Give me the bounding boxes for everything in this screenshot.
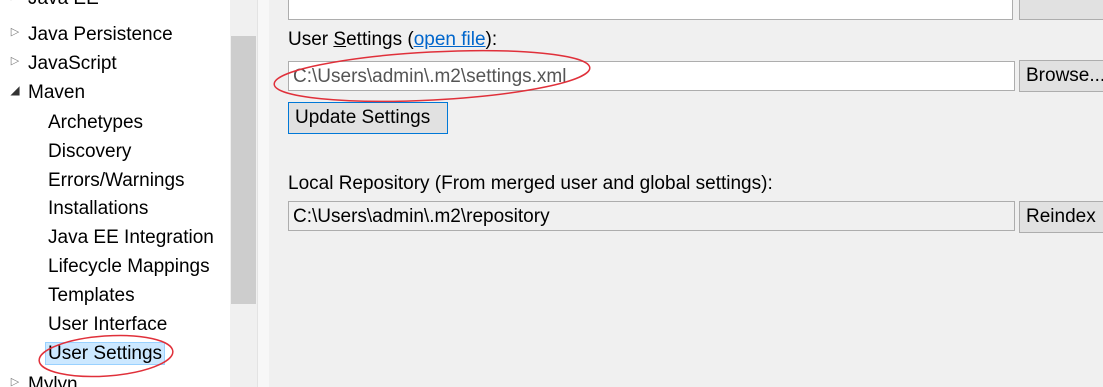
tree-item-user-settings[interactable]: User Settings [45, 339, 166, 368]
tree-item-label: Java EE Integration [48, 227, 214, 248]
tree-scrollbar-thumb[interactable] [231, 36, 256, 304]
open-file-link[interactable]: open file [414, 29, 486, 50]
expand-arrow-icon[interactable]: ▷ [8, 18, 22, 47]
global-settings-browse-button[interactable] [1019, 0, 1103, 20]
user-settings-page: User Settings (open file): C:\Users\admi… [269, 0, 1103, 387]
expand-arrow-icon[interactable]: ▷ [8, 47, 22, 76]
local-repository-label: Local Repository (From merged user and g… [288, 173, 773, 194]
tree-item-user-interface[interactable]: User Interface [48, 310, 167, 339]
mnemonic-char: S [333, 29, 347, 50]
tree-item-errors-warnings[interactable]: Errors/Warnings [48, 166, 185, 195]
local-repository-path-field: C:\Users\admin\.m2\repository [288, 201, 1015, 231]
label-text: ettings ( [346, 29, 414, 50]
expand-arrow-icon[interactable]: ▷ [8, 0, 22, 11]
label-text: User [288, 29, 334, 50]
tree-item-label: Templates [48, 285, 135, 306]
tree-item-label: Mylyn [28, 374, 78, 387]
tree-item-label: Errors/Warnings [48, 170, 185, 191]
tree-item-label: Lifecycle Mappings [48, 256, 210, 277]
reindex-button[interactable]: Reindex [1019, 201, 1103, 233]
tree-item-archetypes[interactable]: Archetypes [48, 108, 143, 137]
preferences-tree: ▷ Java EE ▷ Java Persistence ▷ JavaScript ◢… [0, 0, 257, 387]
global-settings-field[interactable] [288, 0, 1013, 20]
tree-item-lifecycle-mappings[interactable]: Lifecycle Mappings [48, 252, 210, 281]
user-settings-path-input[interactable]: C:\Users\admin\.m2\settings.xml [288, 61, 1015, 91]
tree-item-maven[interactable]: ◢ Maven [8, 78, 85, 107]
tree-item-label: JavaScript [28, 53, 117, 74]
tree-item-mylyn[interactable]: ▷ Mylyn [8, 370, 78, 387]
tree-item-java-persistence[interactable]: ▷ Java Persistence [8, 20, 173, 49]
tree-item-java-ee[interactable]: ▷ Java EE [8, 0, 99, 13]
tree-item-label: User Settings [45, 342, 166, 365]
tree-item-label: Archetypes [48, 112, 144, 133]
browse-button[interactable]: Browse... [1019, 60, 1103, 92]
tree-item-templates[interactable]: Templates [48, 281, 135, 310]
tree-item-javascript[interactable]: ▷ JavaScript [8, 49, 117, 78]
tree-item-installations[interactable]: Installations [48, 194, 148, 223]
update-settings-button[interactable]: Update Settings [288, 102, 448, 134]
expand-arrow-icon[interactable]: ▷ [8, 368, 22, 387]
label-text: ): [485, 29, 498, 50]
tree-item-label: Java Persistence [28, 24, 173, 45]
tree-item-label: User Interface [48, 314, 168, 335]
tree-item-discovery[interactable]: Discovery [48, 137, 131, 166]
collapse-arrow-icon[interactable]: ◢ [8, 76, 22, 105]
tree-item-label: Java EE [28, 0, 99, 9]
tree-item-label: Installations [48, 198, 149, 219]
tree-item-label: Discovery [48, 141, 132, 162]
tree-item-label: Maven [28, 82, 86, 103]
tree-item-java-ee-integration[interactable]: Java EE Integration [48, 223, 214, 252]
user-settings-label: User Settings (open file): [288, 28, 497, 52]
